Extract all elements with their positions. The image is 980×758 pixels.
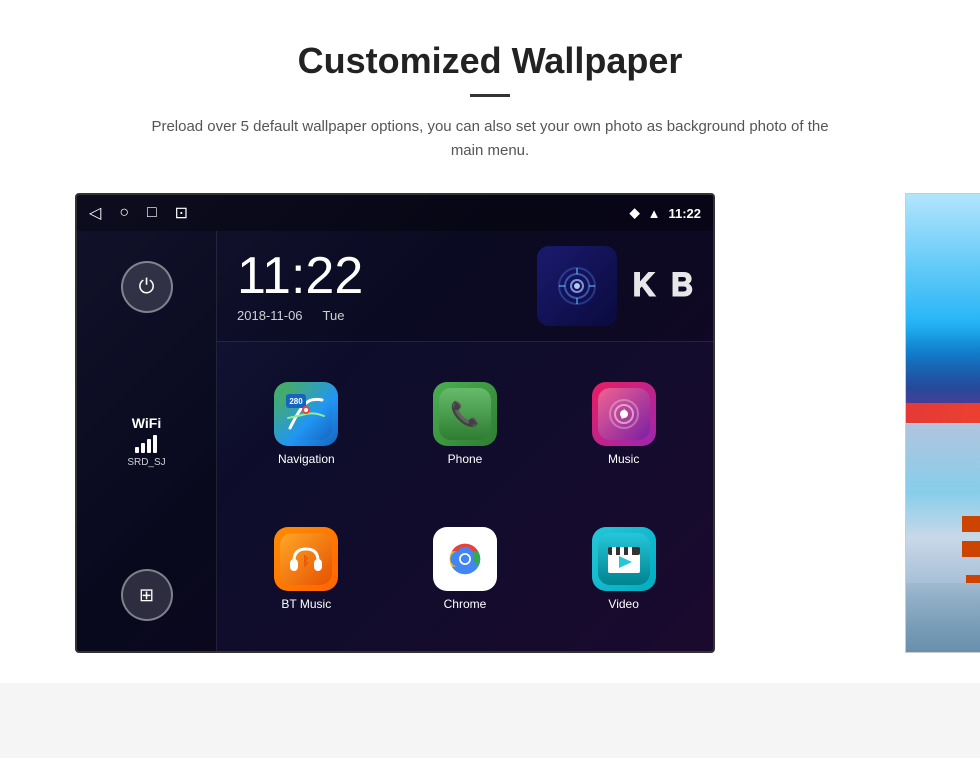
grid-icon: ⊞ — [139, 585, 154, 606]
music-icon: ♪ — [592, 382, 656, 446]
page-container: Customized Wallpaper Preload over 5 defa… — [0, 0, 980, 683]
svg-text:♪: ♪ — [619, 403, 628, 423]
status-left-icons: ◁ ○ □ ⊡ — [89, 203, 188, 223]
music-label: Music — [608, 452, 639, 466]
date-value: 2018-11-06 — [237, 308, 303, 323]
left-sidebar: ⏻ WiFi SRD_SJ ⊞ — [77, 231, 217, 651]
nav-map: 280 — [274, 382, 338, 446]
ice-cave-image — [906, 194, 980, 423]
chrome-icon-svg — [443, 537, 487, 581]
square-icon[interactable]: □ — [147, 204, 157, 222]
navigation-icon: 280 — [274, 382, 338, 446]
bt-icon-svg: ᛒ — [280, 533, 332, 585]
header-section: Customized Wallpaper Preload over 5 defa… — [60, 40, 920, 163]
wifi-bar-1 — [135, 447, 139, 453]
clock-section: 11:22 2018-11-06 Tue — [217, 231, 713, 342]
signal-wave-icon — [555, 264, 599, 308]
wifi-widget[interactable] — [537, 246, 617, 326]
gallery-icon[interactable]: ⊡ — [175, 203, 188, 223]
clock-date: 2018-11-06 Tue — [237, 308, 363, 323]
page-subtitle: Preload over 5 default wallpaper options… — [140, 115, 840, 163]
screen-body: ⏻ WiFi SRD_SJ ⊞ — [77, 231, 713, 651]
all-apps-button[interactable]: ⊞ — [121, 569, 173, 621]
phone-icon-svg: 📞 — [439, 388, 491, 440]
bt-music-icon: ᛒ — [274, 527, 338, 591]
video-icon-box — [592, 527, 656, 591]
wifi-label: WiFi — [127, 415, 165, 431]
app-grid: 280 Navigation — [217, 342, 713, 651]
svg-text:ᛒ: ᛒ — [303, 554, 310, 568]
location-icon: ◆ — [630, 205, 640, 221]
phone-icon: 📞 — [433, 382, 497, 446]
app-item-bt-music[interactable]: ᛒ BT Music — [227, 497, 386, 642]
wifi-ssid: SRD_SJ — [127, 457, 165, 468]
video-icon-svg — [598, 533, 650, 585]
status-bar: ◁ ○ □ ⊡ ◆ ▲ 11:22 — [77, 195, 713, 231]
navigation-label: Navigation — [278, 452, 335, 466]
phone-label: Phone — [448, 452, 483, 466]
home-icon[interactable]: ○ — [119, 204, 129, 222]
b-shortcut[interactable]: 𝐁 — [670, 267, 693, 305]
wifi-bar-3 — [147, 439, 151, 453]
power-button[interactable]: ⏻ — [121, 261, 173, 313]
page-title: Customized Wallpaper — [60, 40, 920, 82]
app-item-video[interactable]: Video — [544, 497, 703, 642]
svg-text:280: 280 — [290, 397, 304, 406]
wallpaper-golden-gate[interactable]: CarSetting — [905, 424, 980, 654]
video-label: Video — [608, 597, 638, 611]
back-icon[interactable]: ◁ — [89, 203, 101, 223]
wallpapers-panel: CarSetting — [905, 193, 980, 653]
k-shortcut[interactable]: 𝐊 — [632, 267, 655, 305]
wifi-bar-2 — [141, 443, 145, 453]
status-time: 11:22 — [668, 206, 701, 221]
clock-time: 11:22 — [237, 250, 363, 302]
clock-left: 11:22 2018-11-06 Tue — [237, 250, 363, 323]
chrome-icon — [433, 527, 497, 591]
chrome-label: Chrome — [444, 597, 487, 611]
android-screen: ◁ ○ □ ⊡ ◆ ▲ 11:22 ⏻ — [75, 193, 715, 653]
clock-right: 𝐊 𝐁 — [537, 246, 693, 326]
music-icon-svg: ♪ — [598, 388, 650, 440]
device-wrapper: ◁ ○ □ ⊡ ◆ ▲ 11:22 ⏻ — [75, 193, 905, 653]
day-value: Tue — [323, 308, 345, 323]
golden-gate-image — [906, 424, 980, 653]
nav-map-svg: 280 — [280, 388, 332, 440]
app-item-phone[interactable]: 📞 Phone — [386, 352, 545, 497]
wallpaper-ice-cave[interactable] — [905, 193, 980, 424]
wifi-info: WiFi SRD_SJ — [127, 415, 165, 468]
app-item-navigation[interactable]: 280 Navigation — [227, 352, 386, 497]
wifi-bars — [127, 435, 165, 453]
bt-music-label: BT Music — [281, 597, 331, 611]
wifi-bar-4 — [153, 435, 157, 453]
center-main: 11:22 2018-11-06 Tue — [217, 231, 713, 651]
app-item-chrome[interactable]: Chrome — [386, 497, 545, 642]
status-right-icons: ◆ ▲ 11:22 — [630, 205, 701, 221]
power-icon: ⏻ — [139, 276, 155, 299]
svg-text:📞: 📞 — [450, 398, 480, 428]
app-item-music[interactable]: ♪ Music — [544, 352, 703, 497]
title-divider — [470, 94, 510, 97]
wifi-status-icon: ▲ — [648, 206, 661, 221]
red-bar — [906, 403, 980, 423]
